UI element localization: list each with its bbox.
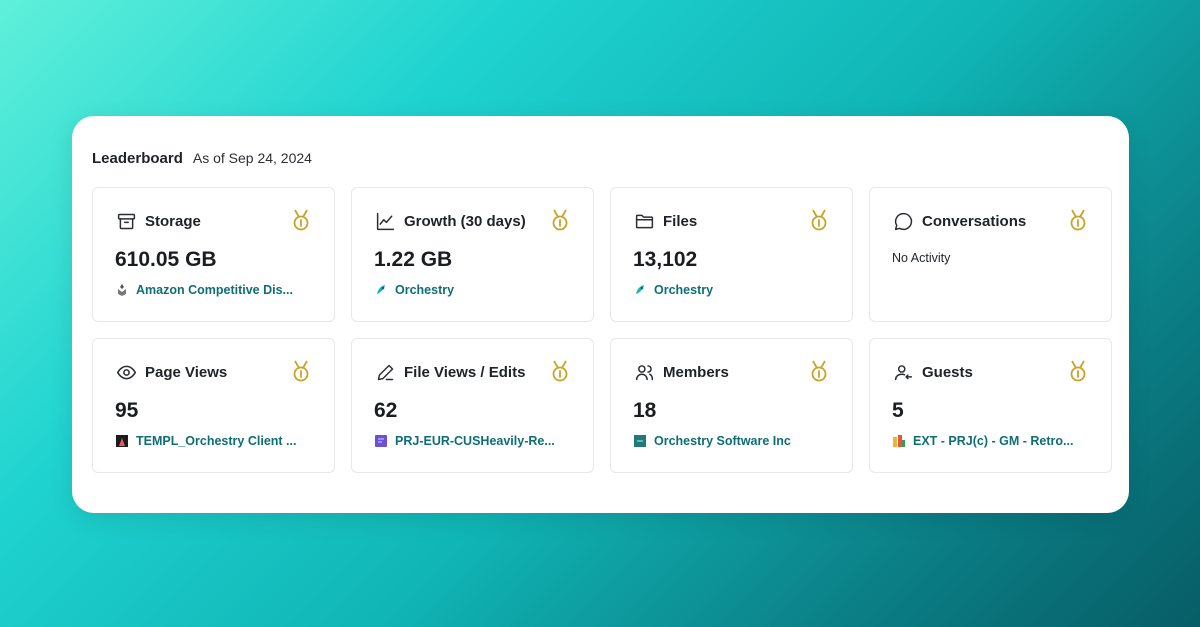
ext-logo-icon	[892, 434, 906, 448]
card-leader[interactable]: Orchestry Software Inc	[633, 434, 833, 448]
medal-icon	[552, 209, 568, 231]
card-leader[interactable]: PRJ-EUR-CUSHeavily-Re...	[374, 434, 574, 448]
leaderboard-header: Leaderboard As of Sep 24, 2024	[92, 150, 312, 167]
users-icon	[633, 361, 655, 383]
pencil-icon	[374, 361, 396, 383]
card-label: Conversations	[922, 212, 1027, 230]
medal-icon	[811, 360, 827, 382]
archive-icon	[115, 210, 137, 232]
card-leader[interactable]: EXT - PRJ(c) - GM - Retro...	[892, 434, 1092, 448]
leader-name: Amazon Competitive Dis...	[136, 283, 293, 297]
card-value: 610.05 GB	[115, 248, 217, 271]
orchestry-logo-icon	[633, 283, 647, 297]
leader-name: Orchestry Software Inc	[654, 434, 791, 448]
no-activity-text: No Activity	[892, 251, 951, 265]
orchestry-logo-icon	[374, 283, 388, 297]
eye-icon	[115, 361, 137, 383]
card-value: 62	[374, 399, 398, 422]
card-leader[interactable]: Orchestry	[374, 283, 574, 297]
card-file-views-edits[interactable]: File Views / Edits 62 PRJ-EUR-CUSHeavily…	[351, 338, 594, 473]
prj-logo-icon	[374, 434, 388, 448]
medal-icon	[811, 209, 827, 231]
leader-name: EXT - PRJ(c) - GM - Retro...	[913, 434, 1074, 448]
card-label: File Views / Edits	[404, 363, 526, 381]
leader-name: Orchestry	[654, 283, 714, 297]
folder-icon	[633, 210, 655, 232]
templ-logo-icon	[115, 434, 129, 448]
medal-icon	[1070, 209, 1086, 231]
card-label: Files	[663, 212, 698, 230]
card-leader[interactable]: TEMPL_Orchestry Client ...	[115, 434, 315, 448]
card-page-views[interactable]: Page Views 95 TEMPL_Orchestry Client ...	[92, 338, 335, 473]
line-chart-icon	[374, 210, 396, 232]
medal-icon	[552, 360, 568, 382]
card-value: 5	[892, 399, 904, 422]
card-label: Growth (30 days)	[404, 212, 526, 230]
guest-user-icon	[892, 361, 914, 383]
card-guests[interactable]: Guests 5 EXT - PRJ(c) - GM - Retro...	[869, 338, 1112, 473]
card-members[interactable]: Members 18 Orchestry Software Inc	[610, 338, 853, 473]
leader-name: Orchestry	[395, 283, 455, 297]
card-growth[interactable]: Growth (30 days) 1.22 GB Orchestry	[351, 187, 594, 322]
card-leader[interactable]: Orchestry	[633, 283, 833, 297]
card-label: Page Views	[145, 363, 228, 381]
leaderboard-panel: Leaderboard As of Sep 24, 2024 Storage 6…	[72, 116, 1129, 513]
card-value: 95	[115, 399, 139, 422]
leader-name: TEMPL_Orchestry Client ...	[136, 434, 297, 448]
leader-name: PRJ-EUR-CUSHeavily-Re...	[395, 434, 555, 448]
card-label: Members	[663, 363, 729, 381]
card-storage[interactable]: Storage 610.05 GB Amazon Competitive Dis…	[92, 187, 335, 322]
leaderboard-title: Leaderboard	[92, 150, 183, 167]
as-of-date: As of Sep 24, 2024	[192, 150, 312, 166]
medal-icon	[293, 209, 309, 231]
medal-icon	[1070, 360, 1086, 382]
card-label: Guests	[922, 363, 973, 381]
card-value: 13,102	[633, 248, 698, 271]
card-conversations[interactable]: Conversations No Activity	[869, 187, 1112, 322]
card-value: 1.22 GB	[374, 248, 453, 271]
medal-icon	[293, 360, 309, 382]
card-value: 18	[633, 399, 657, 422]
card-files[interactable]: Files 13,102 Orchestry	[610, 187, 853, 322]
os-logo-icon	[633, 434, 647, 448]
card-label: Storage	[145, 212, 201, 230]
chat-bubble-icon	[892, 210, 914, 232]
card-leader[interactable]: Amazon Competitive Dis...	[115, 283, 315, 297]
team-logo-icon	[115, 283, 129, 297]
